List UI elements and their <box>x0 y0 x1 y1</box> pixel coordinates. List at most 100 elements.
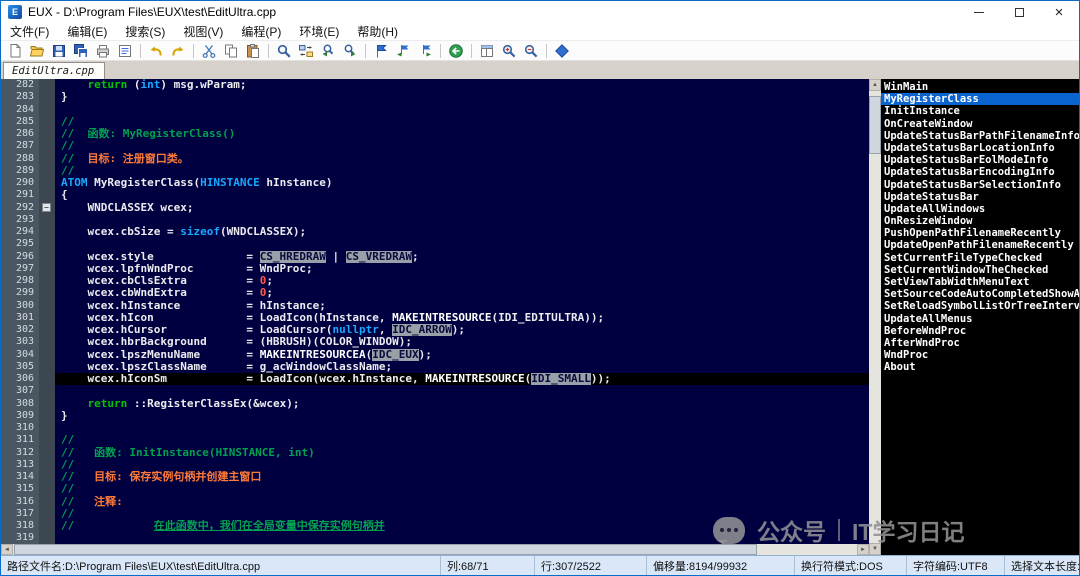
code-line-295[interactable]: 295 <box>1 238 869 250</box>
nav-back-button[interactable] <box>446 41 466 60</box>
code-line-294[interactable]: 294 wcex.cbSize = sizeof(WNDCLASSEX); <box>1 226 869 238</box>
code-line-290[interactable]: 290ATOM MyRegisterClass(HINSTANCE hInsta… <box>1 177 869 189</box>
bookmark-prev-button[interactable] <box>393 41 413 60</box>
vscroll-thumb[interactable] <box>869 96 881 154</box>
code-line-318[interactable]: 318// 在此函数中，我们在全局变量中保存实例句柄并 <box>1 520 869 532</box>
code-line-296[interactable]: 296 wcex.style = CS_HREDRAW | CS_VREDRAW… <box>1 251 869 263</box>
code-line-282[interactable]: 282 return (int) msg.wParam; <box>1 79 869 91</box>
code-line-310[interactable]: 310 <box>1 422 869 434</box>
find-next-button[interactable] <box>340 41 360 60</box>
function-list-item[interactable]: WndProc <box>881 349 1079 361</box>
open-file-button[interactable] <box>27 41 47 60</box>
scroll-up-icon[interactable]: ▲ <box>869 79 881 91</box>
cut-button[interactable] <box>199 41 219 60</box>
code-line-311[interactable]: 311// <box>1 434 869 446</box>
code-line-308[interactable]: 308 return ::RegisterClassEx(&wcex); <box>1 398 869 410</box>
code-line-300[interactable]: 300 wcex.hInstance = hInstance; <box>1 300 869 312</box>
code-line-289[interactable]: 289// <box>1 165 869 177</box>
find-prev-button[interactable] <box>318 41 338 60</box>
function-list-item[interactable]: UpdateStatusBarEolModeInfo <box>881 154 1079 166</box>
code-line-306[interactable]: 306 wcex.hIconSm = LoadIcon(wcex.hInstan… <box>1 373 869 385</box>
vscroll-track[interactable] <box>869 91 881 543</box>
function-list-item[interactable]: SetViewTabWidthMenuText <box>881 276 1079 288</box>
undo-button[interactable] <box>146 41 166 60</box>
function-list-item[interactable]: UpdateStatusBarPathFilenameInfo <box>881 130 1079 142</box>
file-list-button[interactable] <box>115 41 135 60</box>
close-button[interactable]: × <box>1039 1 1079 23</box>
code-line-288[interactable]: 288// 目标: 注册窗口类。 <box>1 153 869 165</box>
code-line-317[interactable]: 317// <box>1 508 869 520</box>
function-list-item[interactable]: PushOpenPathFilenameRecently <box>881 227 1079 239</box>
function-list-item[interactable]: WinMain <box>881 81 1079 93</box>
replace-button[interactable] <box>296 41 316 60</box>
function-list-item[interactable]: UpdateStatusBarEncodingInfo <box>881 166 1079 178</box>
code-line-314[interactable]: 314// 目标: 保存实例句柄并创建主窗口 <box>1 471 869 483</box>
bookmark-button[interactable] <box>371 41 391 60</box>
compare-button[interactable] <box>552 41 572 60</box>
function-list-item[interactable]: UpdateStatusBarLocationInfo <box>881 142 1079 154</box>
menu-item-4[interactable]: 视图(V) <box>174 23 232 40</box>
code-line-302[interactable]: 302 wcex.hCursor = LoadCursor(nullptr, I… <box>1 324 869 336</box>
menu-item-6[interactable]: 环境(E) <box>290 23 348 40</box>
paste-button[interactable] <box>243 41 263 60</box>
code-line-299[interactable]: 299 wcex.cbWndExtra = 0; <box>1 287 869 299</box>
code-line-298[interactable]: 298 wcex.cbClsExtra = 0; <box>1 275 869 287</box>
function-list-item[interactable]: About <box>881 361 1079 373</box>
find-button[interactable] <box>274 41 294 60</box>
menu-item-5[interactable]: 编程(P) <box>232 23 290 40</box>
code-line-316[interactable]: 316// 注释: <box>1 496 869 508</box>
function-list-item[interactable]: SetSourceCodeAutoCompletedShowA <box>881 288 1079 300</box>
function-list-item[interactable]: UpdateAllMenus <box>881 313 1079 325</box>
code-line-292[interactable]: 292− WNDCLASSEX wcex; <box>1 202 869 214</box>
menu-item-7[interactable]: 帮助(H) <box>348 23 407 40</box>
code-line-293[interactable]: 293 <box>1 214 869 226</box>
zoom-out-button[interactable] <box>521 41 541 60</box>
code-line-305[interactable]: 305 wcex.lpszClassName = g_acWindowClass… <box>1 361 869 373</box>
function-list-item[interactable]: MyRegisterClass <box>881 93 1079 105</box>
code-line-319[interactable]: 319 <box>1 532 869 544</box>
function-list-item[interactable]: InitInstance <box>881 105 1079 117</box>
redo-button[interactable] <box>168 41 188 60</box>
code-line-291[interactable]: 291{ <box>1 189 869 201</box>
editor-horizontal-scrollbar[interactable]: ◄ ► <box>1 544 869 555</box>
maximize-button[interactable] <box>999 1 1039 23</box>
function-list-item[interactable]: AfterWndProc <box>881 337 1079 349</box>
function-list-item[interactable]: BeforeWndProc <box>881 325 1079 337</box>
editor-vertical-scrollbar[interactable]: ▲ ▼ <box>869 79 881 555</box>
function-list-item[interactable]: UpdateStatusBar <box>881 191 1079 203</box>
code-line-287[interactable]: 287// <box>1 140 869 152</box>
menu-item-1[interactable]: 文件(F) <box>1 23 58 40</box>
zoom-in-button[interactable] <box>499 41 519 60</box>
fold-collapse-icon[interactable]: − <box>42 203 51 212</box>
scroll-left-icon[interactable]: ◄ <box>1 544 13 555</box>
code-line-304[interactable]: 304 wcex.lpszMenuName = MAKEINTRESOURCEA… <box>1 349 869 361</box>
code-line-315[interactable]: 315// <box>1 483 869 495</box>
function-list-item[interactable]: SetCurrentWindowTheChecked <box>881 264 1079 276</box>
code-line-309[interactable]: 309} <box>1 410 869 422</box>
function-list-item[interactable]: UpdateStatusBarSelectionInfo <box>881 179 1079 191</box>
code-line-285[interactable]: 285// <box>1 116 869 128</box>
code-line-286[interactable]: 286// 函数: MyRegisterClass() <box>1 128 869 140</box>
bookmark-next-button[interactable] <box>415 41 435 60</box>
function-list-item[interactable]: SetCurrentFileTypeChecked <box>881 252 1079 264</box>
window-list-button[interactable] <box>477 41 497 60</box>
new-file-button[interactable] <box>5 41 25 60</box>
print-button[interactable] <box>93 41 113 60</box>
scroll-right-icon[interactable]: ► <box>857 544 869 555</box>
function-list-item[interactable]: UpdateAllWindows <box>881 203 1079 215</box>
code-line-284[interactable]: 284 <box>1 104 869 116</box>
function-list-item[interactable]: UpdateOpenPathFilenameRecently <box>881 239 1079 251</box>
hscroll-track[interactable] <box>13 544 857 555</box>
tab-editultra-cpp[interactable]: EditUltra.cpp <box>3 62 105 79</box>
save-all-button[interactable] <box>71 41 91 60</box>
code-line-303[interactable]: 303 wcex.hbrBackground = (HBRUSH)(COLOR_… <box>1 336 869 348</box>
hscroll-thumb[interactable] <box>14 544 757 555</box>
code-line-312[interactable]: 312// 函数: InitInstance(HINSTANCE, int) <box>1 447 869 459</box>
code-rows[interactable]: 282 return (int) msg.wParam;283}284285//… <box>1 79 869 544</box>
function-list-item[interactable]: OnCreateWindow <box>881 118 1079 130</box>
editor[interactable]: 282 return (int) msg.wParam;283}284285//… <box>1 79 869 555</box>
menu-item-2[interactable]: 编辑(E) <box>58 23 116 40</box>
function-list-item[interactable]: OnResizeWindow <box>881 215 1079 227</box>
scroll-down-icon[interactable]: ▼ <box>869 543 881 555</box>
code-line-297[interactable]: 297 wcex.lpfnWndProc = WndProc; <box>1 263 869 275</box>
